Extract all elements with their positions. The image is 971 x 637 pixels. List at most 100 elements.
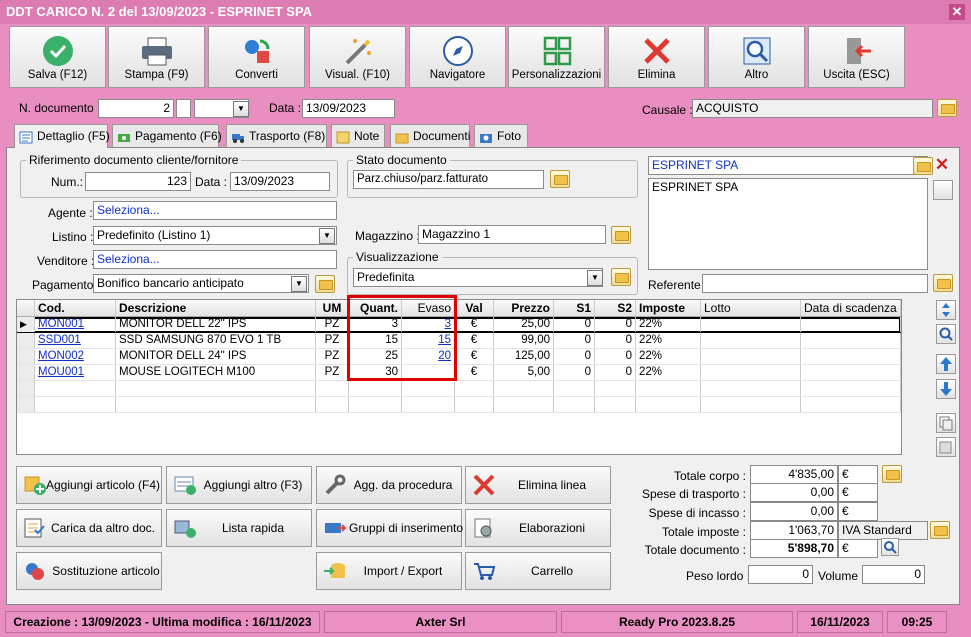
cell-cod[interactable] xyxy=(35,381,116,396)
visual-folder-icon[interactable] xyxy=(611,268,631,286)
tab-pagamento[interactable]: Pagamento (F6) xyxy=(112,124,222,147)
cell-scadenza[interactable] xyxy=(801,317,901,332)
agente-input[interactable]: Seleziona... xyxy=(93,201,337,220)
cell-desc[interactable]: SSD SAMSUNG 870 EVO 1 TB xyxy=(116,333,316,348)
table-row-empty[interactable] xyxy=(17,397,901,413)
cell-cod[interactable] xyxy=(35,397,116,412)
cell-imposte[interactable] xyxy=(636,381,701,396)
col-s2[interactable]: S2 xyxy=(595,300,636,316)
cell-cod[interactable]: MON001 xyxy=(35,317,116,332)
table-row[interactable]: SSD001 SSD SAMSUNG 870 EVO 1 TB PZ 15 15 €99,… xyxy=(17,333,901,349)
cell-lotto[interactable] xyxy=(701,381,801,396)
pagamento-folder-icon[interactable] xyxy=(315,275,335,293)
magazzino-input[interactable]: Magazzino 1 xyxy=(418,225,606,244)
cell-cod-text[interactable]: MON001 xyxy=(38,318,84,330)
table-row-empty[interactable] xyxy=(17,381,901,397)
col-lotto[interactable]: Lotto xyxy=(701,300,801,316)
cell-s1[interactable] xyxy=(554,381,595,396)
convert-button[interactable]: Converti xyxy=(208,26,305,88)
cell-quant[interactable] xyxy=(349,397,402,412)
num-input[interactable]: 123 xyxy=(85,172,191,191)
cell-prezzo[interactable] xyxy=(494,381,554,396)
stato-input[interactable]: Parz.chiuso/parz.fatturato xyxy=(353,170,544,189)
cell-scadenza[interactable] xyxy=(801,397,901,412)
cell-s1[interactable] xyxy=(554,397,595,412)
pagamento-select[interactable]: Bonifico bancario anticipato xyxy=(93,274,309,293)
cell-prezzo[interactable]: 99,00 xyxy=(494,333,554,348)
table-row[interactable]: ▶ MON001 MONITOR DELL 22" IPS PZ 3 3 €25,00 0 0 2… xyxy=(17,317,901,333)
paste-icon[interactable] xyxy=(936,437,956,457)
cell-lotto[interactable] xyxy=(701,397,801,412)
col-prezzo[interactable]: Prezzo xyxy=(494,300,554,316)
cell-s1[interactable]: 0 xyxy=(554,349,595,364)
cell-prezzo[interactable] xyxy=(494,397,554,412)
tab-documenti[interactable]: Documenti xyxy=(390,124,470,147)
col-descrizione[interactable]: Descrizione xyxy=(116,300,316,316)
add-other-button[interactable]: Aggiungi altro (F3) xyxy=(166,466,312,504)
cell-cod[interactable]: MOU001 xyxy=(35,365,116,380)
cell-s2[interactable]: 0 xyxy=(595,349,636,364)
col-val[interactable]: Val xyxy=(455,300,494,316)
cell-val[interactable]: € xyxy=(455,317,494,332)
cell-s2[interactable]: 0 xyxy=(595,317,636,332)
cell-lotto[interactable] xyxy=(701,365,801,380)
cart-button[interactable]: Carrello xyxy=(465,552,611,590)
cell-cod[interactable]: SSD001 xyxy=(35,333,116,348)
edit-cliente-icon[interactable] xyxy=(933,180,953,200)
causale-folder-icon[interactable] xyxy=(937,99,957,117)
cell-um[interactable]: PZ xyxy=(316,317,349,332)
quick-list-button[interactable]: Lista rapida xyxy=(166,509,312,547)
cell-val[interactable] xyxy=(455,397,494,412)
chevron-down-icon[interactable]: ▼ xyxy=(233,101,249,117)
move-down-icon[interactable] xyxy=(936,379,956,399)
rif-date-input[interactable]: 13/09/2023 xyxy=(230,172,330,191)
tab-note[interactable]: Note xyxy=(331,124,385,147)
cell-imposte[interactable]: 22% xyxy=(636,365,701,380)
navigator-button[interactable]: Navigatore xyxy=(409,26,506,88)
cell-lotto[interactable] xyxy=(701,333,801,348)
peso-lordo-input[interactable]: 0 xyxy=(748,565,813,584)
ndoc-input[interactable]: 2 xyxy=(98,99,174,118)
cell-desc[interactable] xyxy=(116,397,316,412)
cell-um[interactable] xyxy=(316,381,349,396)
tab-trasporto[interactable]: Trasporto (F8) xyxy=(226,124,327,147)
cell-lotto[interactable] xyxy=(701,349,801,364)
col-cod[interactable]: Cod. xyxy=(35,300,116,316)
cell-cod-text[interactable]: SSD001 xyxy=(38,334,81,346)
cell-scadenza[interactable] xyxy=(801,349,901,364)
replace-item-button[interactable]: Sostituzione articolo xyxy=(16,552,162,590)
exit-button[interactable]: Uscita (ESC) xyxy=(808,26,905,88)
table-row[interactable]: MON002 MONITOR DELL 24" IPS PZ 25 20 €125,00 0… xyxy=(17,349,901,365)
insertion-groups-button[interactable]: Gruppi di inserimento xyxy=(316,509,463,547)
visual-select[interactable]: Predefinita xyxy=(353,268,603,287)
cell-um[interactable]: PZ xyxy=(316,365,349,380)
cell-desc[interactable] xyxy=(116,381,316,396)
clear-cliente-icon[interactable]: ✕ xyxy=(933,156,951,174)
more-button[interactable]: Altro xyxy=(708,26,805,88)
cell-scadenza[interactable] xyxy=(801,381,901,396)
cliente-name-field[interactable]: ESPRINET SPA xyxy=(648,156,928,175)
cliente-folder-icon[interactable] xyxy=(913,157,933,175)
date-input[interactable]: 13/09/2023 xyxy=(302,99,395,118)
cell-s1[interactable]: 0 xyxy=(554,317,595,332)
zoom-icon[interactable] xyxy=(881,538,899,556)
delete-line-button[interactable]: Elimina linea xyxy=(465,466,611,504)
cell-imposte[interactable] xyxy=(636,397,701,412)
cell-prezzo[interactable]: 5,00 xyxy=(494,365,554,380)
search-icon[interactable] xyxy=(936,324,956,344)
items-grid[interactable]: Cod. Descrizione UM Quant. Evaso Val Pre… xyxy=(16,299,902,455)
cell-lotto[interactable] xyxy=(701,317,801,332)
row-indicator[interactable]: ▶ xyxy=(17,317,35,332)
cell-desc[interactable]: MONITOR DELL 24" IPS xyxy=(116,349,316,364)
delete-button[interactable]: Elimina xyxy=(608,26,705,88)
close-window-button[interactable]: ✕ xyxy=(949,4,965,20)
cell-imposte[interactable]: 22% xyxy=(636,349,701,364)
cell-s2[interactable] xyxy=(595,397,636,412)
table-row[interactable]: MOU001 MOUSE LOGITECH M100 PZ 30 €5,00 0 0 22% xyxy=(17,365,901,381)
cell-val[interactable]: € xyxy=(455,333,494,348)
cell-prezzo[interactable]: 25,00 xyxy=(494,317,554,332)
listino-select[interactable]: Predefinito (Listino 1) xyxy=(93,226,337,245)
tab-dettaglio[interactable]: Dettaglio (F5) xyxy=(14,124,110,148)
cell-s1[interactable]: 0 xyxy=(554,333,595,348)
cell-scadenza[interactable] xyxy=(801,365,901,380)
